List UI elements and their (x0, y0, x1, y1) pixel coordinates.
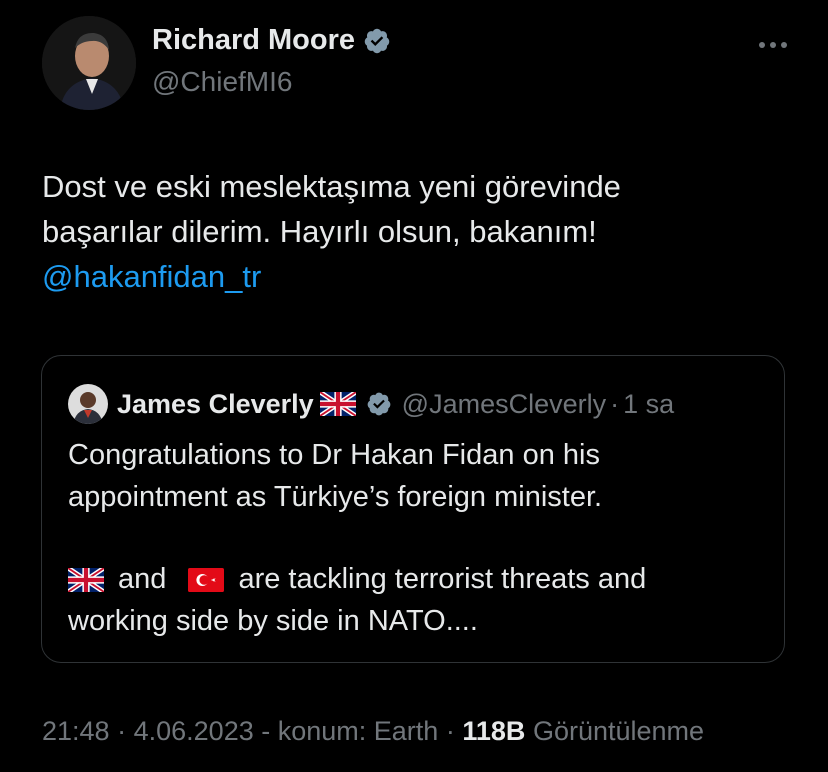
turkey-flag-icon (188, 568, 225, 593)
quoted-author-avatar[interactable] (68, 384, 108, 424)
quoted-tweet-text: Congratulations to Dr Hakan Fidan on his… (68, 434, 758, 642)
quoted-text-line: appointment as Türkiye’s foreign ministe… (68, 481, 603, 513)
mention-link[interactable]: @hakanfidan_tr (42, 259, 261, 294)
separator-dot: · (117, 716, 127, 746)
separator-dot: · (445, 716, 455, 746)
tweet-text: Dost ve eski meslektaşıma yeni görevinde… (42, 164, 782, 299)
uk-flag-icon (319, 392, 356, 416)
quoted-author-handle[interactable]: @JamesCleverly (402, 389, 606, 420)
quoted-text-line: and are tackling terrorist threats and (68, 558, 758, 600)
views-label[interactable]: Görüntülenme (533, 716, 704, 746)
quoted-text-line: Congratulations to Dr Hakan Fidan on his (68, 439, 600, 471)
separator-dot: · (610, 388, 620, 419)
author-handle[interactable]: @ChiefMI6 (152, 66, 292, 98)
author-avatar[interactable] (42, 16, 136, 110)
verified-badge-icon (367, 392, 391, 416)
tweet-date[interactable]: 4.06.2023 (134, 716, 254, 746)
quoted-text-and: and (118, 563, 167, 595)
views-count[interactable]: 118B (462, 716, 525, 746)
verified-badge-icon (364, 28, 390, 53)
more-options-icon[interactable] (758, 26, 788, 54)
tweet-location: - konum: Earth (261, 716, 439, 746)
quoted-text-line: working side by side in NATO.... (68, 605, 478, 637)
quoted-tweet-card[interactable]: James Cleverly @JamesCleverly · 1 sa Con… (41, 355, 785, 663)
quoted-author-name[interactable]: James Cleverly (117, 389, 314, 420)
tweet-time[interactable]: 21:48 (42, 716, 110, 746)
tweet-meta: 21:48 · 4.06.2023 - konum: Earth · 118B … (42, 716, 704, 747)
quoted-text-rest: are tackling terrorist threats and (238, 563, 647, 595)
author-name[interactable]: Richard Moore (152, 24, 355, 57)
quoted-tweet-time[interactable]: 1 sa (623, 389, 674, 420)
uk-flag-icon (68, 568, 104, 593)
quoted-tweet-header: James Cleverly @JamesCleverly · 1 sa (68, 384, 674, 424)
tweet-text-line: Dost ve eski meslektaşıma yeni görevinde (42, 169, 621, 204)
tweet-text-line: başarılar dilerim. Hayırlı olsun, bakanı… (42, 214, 597, 249)
author-name-row[interactable]: Richard Moore (152, 24, 391, 57)
